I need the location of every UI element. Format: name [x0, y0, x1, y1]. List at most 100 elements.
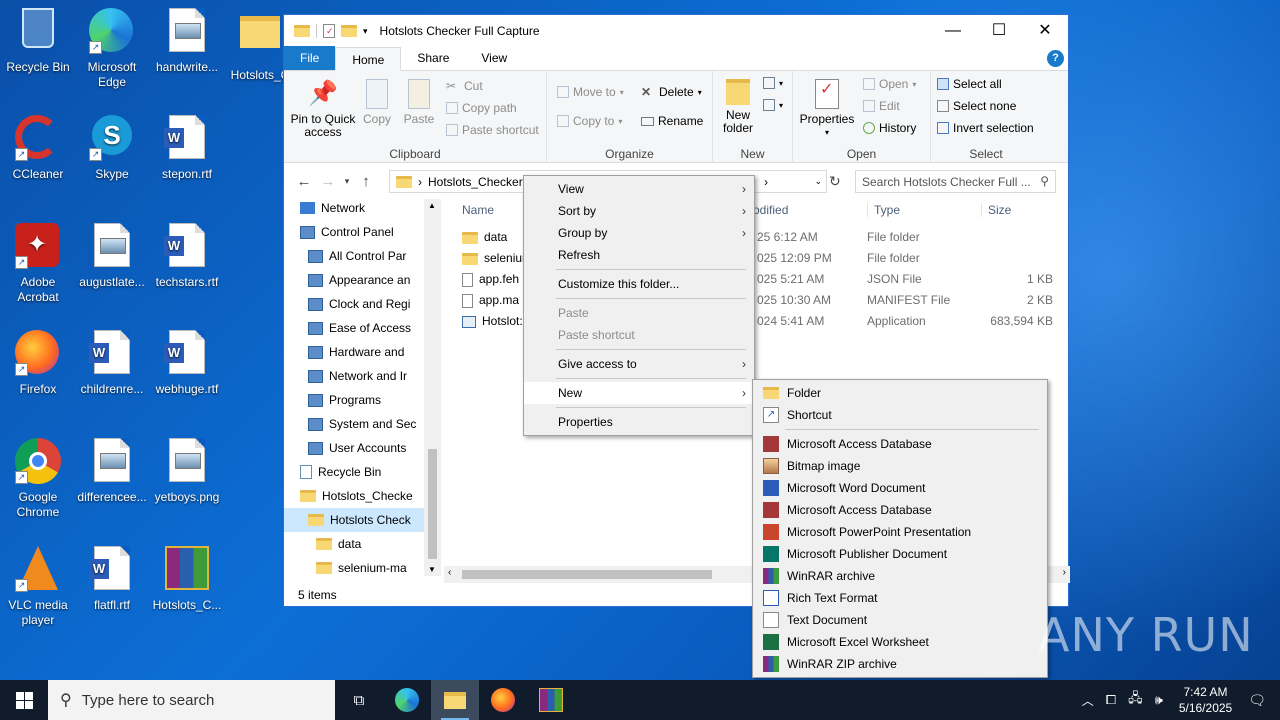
- desktop-icon[interactable]: ↗ Firefox: [0, 330, 76, 397]
- nav-item[interactable]: Hotslots_Checke: [284, 484, 424, 508]
- desktop-icon[interactable]: Wstepon.rtf: [149, 115, 225, 182]
- paste-shortcut-button[interactable]: Paste shortcut: [446, 123, 539, 137]
- desktop-icon[interactable]: Wchildrenre...: [74, 330, 150, 397]
- desktop-icon[interactable]: ↗ Microsoft Edge: [74, 8, 150, 90]
- properties-button[interactable]: ✓ Properties ▾: [799, 79, 855, 139]
- back-button[interactable]: ←: [292, 173, 316, 190]
- context-menu-item[interactable]: New ›: [524, 382, 754, 404]
- desktop-icon[interactable]: Recycle Bin: [0, 8, 76, 75]
- new-submenu-item[interactable]: WinRAR archive: [753, 565, 1047, 587]
- breadcrumb[interactable]: Hotslots_Checker: [428, 175, 523, 189]
- context-menu-item[interactable]: Paste shortcut: [524, 324, 754, 346]
- context-menu-item[interactable]: View ›: [524, 178, 754, 200]
- taskbar-search-input[interactable]: ⚲ Type here to search: [48, 680, 335, 720]
- help-icon[interactable]: ?: [1047, 50, 1064, 67]
- tab-view[interactable]: View: [465, 46, 523, 70]
- maximize-button[interactable]: ☐: [976, 15, 1022, 47]
- task-view-button[interactable]: ⧉: [335, 680, 383, 720]
- context-menu-item[interactable]: Give access to ›: [524, 353, 754, 375]
- taskbar-edge[interactable]: [383, 680, 431, 720]
- nav-item[interactable]: Programs: [284, 388, 424, 412]
- new-submenu-item[interactable]: Microsoft Excel Worksheet: [753, 631, 1047, 653]
- new-submenu-item[interactable]: WinRAR ZIP archive: [753, 653, 1047, 675]
- rename-button[interactable]: Rename: [641, 114, 703, 128]
- search-input[interactable]: Search Hotslots Checker Full ... ⚲: [855, 170, 1056, 193]
- cut-button[interactable]: ✂ Cut: [446, 79, 483, 93]
- column-name[interactable]: Name: [462, 203, 494, 217]
- refresh-button[interactable]: ↻: [829, 173, 841, 190]
- taskbar-firefox[interactable]: [479, 680, 527, 720]
- scroll-left-icon[interactable]: ‹: [448, 567, 451, 578]
- new-submenu-item[interactable]: Folder: [753, 382, 1047, 404]
- desktop-icon[interactable]: ↗ VLC media player: [0, 546, 76, 628]
- new-submenu-item[interactable]: Microsoft Publisher Document: [753, 543, 1047, 565]
- desktop-icon[interactable]: ✦ ↗ Adobe Acrobat: [0, 223, 76, 305]
- paste-button[interactable]: Paste: [402, 79, 436, 126]
- nav-item[interactable]: data: [284, 532, 424, 556]
- volume-icon[interactable]: 🕪: [1149, 692, 1169, 708]
- nav-item[interactable]: Network and Ir: [284, 364, 424, 388]
- nav-item[interactable]: Appearance an: [284, 268, 424, 292]
- nav-item[interactable]: System and Sec: [284, 412, 424, 436]
- nav-item[interactable]: Hotslots Check: [284, 508, 424, 532]
- delete-button[interactable]: ✕ Delete ▾: [641, 85, 702, 99]
- properties-icon[interactable]: ✓: [323, 24, 335, 38]
- invert-selection-button[interactable]: Invert selection: [937, 121, 1034, 135]
- desktop-icon[interactable]: yetboys.png: [149, 438, 225, 505]
- recent-locations-button[interactable]: ▾: [340, 176, 354, 187]
- column-modified[interactable]: odified: [753, 203, 788, 217]
- taskbar-file-explorer[interactable]: [431, 680, 479, 720]
- nav-item[interactable]: All Control Par: [284, 244, 424, 268]
- new-submenu-item[interactable]: Text Document: [753, 609, 1047, 631]
- tab-share[interactable]: Share: [401, 46, 465, 70]
- open-button[interactable]: Open ▾: [863, 77, 916, 91]
- nav-item[interactable]: Network: [284, 196, 424, 220]
- forward-button[interactable]: →: [316, 173, 340, 190]
- new-submenu-item[interactable]: ↗ Shortcut: [753, 404, 1047, 426]
- new-submenu-item[interactable]: Microsoft PowerPoint Presentation: [753, 521, 1047, 543]
- desktop-icon[interactable]: differencee...: [74, 438, 150, 505]
- nav-item[interactable]: Ease of Access: [284, 316, 424, 340]
- file-row[interactable]: data: [462, 227, 507, 248]
- desktop-icon[interactable]: ↗ Google Chrome: [0, 438, 76, 520]
- new-submenu-item[interactable]: Microsoft Access Database: [753, 433, 1047, 455]
- context-menu-item[interactable]: Paste: [524, 302, 754, 324]
- new-folder-icon[interactable]: [341, 25, 357, 37]
- pin-quick-access-button[interactable]: 📌 Pin to Quick access: [290, 79, 356, 139]
- desktop-icon[interactable]: Wtechstars.rtf: [149, 223, 225, 290]
- desktop-icon[interactable]: augustlate...: [74, 223, 150, 290]
- copy-path-button[interactable]: Copy path: [446, 101, 517, 115]
- up-button[interactable]: ↑: [354, 173, 378, 190]
- new-folder-button[interactable]: New folder: [719, 79, 757, 135]
- notifications-icon[interactable]: 🗨: [1242, 692, 1280, 709]
- file-row[interactable]: app.ma: [462, 290, 519, 311]
- copy-to-button[interactable]: Copy to ▾: [557, 114, 622, 128]
- clock[interactable]: 7:42 AM 5/16/2025: [1169, 684, 1242, 716]
- context-menu-item[interactable]: Sort by ›: [524, 200, 754, 222]
- close-button[interactable]: ✕: [1022, 15, 1068, 47]
- column-type[interactable]: Type: [867, 203, 900, 217]
- desktop-icon[interactable]: handwrite...: [149, 8, 225, 75]
- new-submenu-item[interactable]: Microsoft Word Document: [753, 477, 1047, 499]
- context-menu-item[interactable]: Customize this folder...: [524, 273, 754, 295]
- nav-item[interactable]: selenium-ma: [284, 556, 424, 580]
- desktop-icon[interactable]: Wflatfl.rtf: [74, 546, 150, 613]
- scroll-thumb[interactable]: [462, 570, 712, 579]
- nav-item[interactable]: Hardware and: [284, 340, 424, 364]
- column-size[interactable]: Size: [981, 203, 1011, 217]
- easy-access-button[interactable]: ▾: [763, 99, 783, 111]
- scroll-right-icon[interactable]: ›: [1063, 567, 1066, 578]
- desktop-icon[interactable]: S ↗ Skype: [74, 115, 150, 182]
- start-button[interactable]: [0, 680, 48, 720]
- desktop-icon[interactable]: Wwebhuge.rtf: [149, 330, 225, 397]
- nav-item[interactable]: Control Panel: [284, 220, 424, 244]
- context-menu-item[interactable]: Refresh: [524, 244, 754, 266]
- minimize-button[interactable]: —: [930, 15, 976, 47]
- new-submenu-item[interactable]: Microsoft Access Database: [753, 499, 1047, 521]
- chevron-down-icon[interactable]: ▾: [363, 26, 368, 37]
- new-item-button[interactable]: ▾: [763, 77, 783, 89]
- taskbar-winrar[interactable]: [527, 680, 575, 720]
- new-submenu-item[interactable]: Rich Text Format: [753, 587, 1047, 609]
- tab-home[interactable]: Home: [335, 47, 402, 71]
- address-dropdown-icon[interactable]: ⌄: [814, 176, 822, 187]
